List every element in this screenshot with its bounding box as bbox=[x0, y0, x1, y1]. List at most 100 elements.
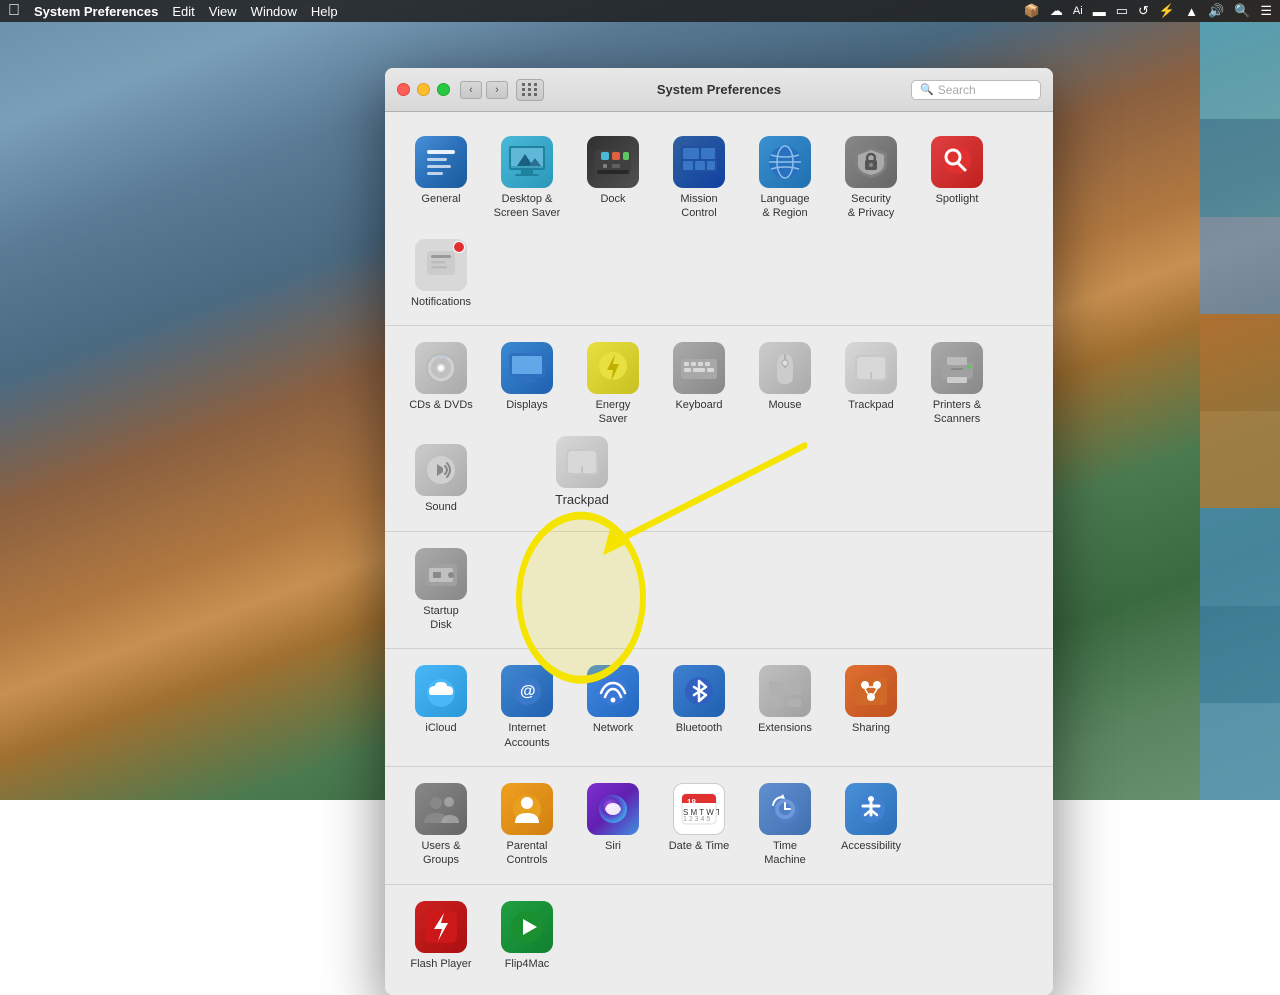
pref-item-startup-disk[interactable]: StartupDisk bbox=[401, 542, 481, 639]
sharing-label: Sharing bbox=[852, 721, 890, 735]
pref-item-timemachine[interactable]: TimeMachine bbox=[745, 777, 825, 874]
displays-icon bbox=[501, 342, 553, 394]
pref-item-flash[interactable]: Flash Player bbox=[401, 895, 481, 977]
printers-icon bbox=[931, 342, 983, 394]
section-startup: StartupDisk bbox=[385, 532, 1053, 650]
cds-icon bbox=[415, 342, 467, 394]
pref-item-notifications[interactable]: Notifications bbox=[401, 233, 481, 315]
search-box[interactable]: 🔍 Search bbox=[911, 80, 1041, 100]
maximize-button[interactable] bbox=[437, 83, 450, 96]
pref-item-internet-accounts[interactable]: @ InternetAccounts bbox=[487, 659, 567, 756]
pref-item-icloud[interactable]: iCloud bbox=[401, 659, 481, 756]
pref-item-sound[interactable]: Sound bbox=[401, 438, 481, 520]
svg-text:1 2 3 4 5: 1 2 3 4 5 bbox=[683, 816, 710, 823]
search-menu-icon[interactable]: 🔍 bbox=[1234, 3, 1250, 19]
minimize-button[interactable] bbox=[417, 83, 430, 96]
menubar-left:  System Preferences Edit View Window He… bbox=[8, 2, 338, 20]
pref-item-siri[interactable]: Siri bbox=[573, 777, 653, 874]
energy-icon bbox=[587, 342, 639, 394]
pref-item-cds[interactable]: CDs & DVDs bbox=[401, 336, 481, 433]
flash-icon bbox=[415, 901, 467, 953]
pref-item-mouse[interactable]: Mouse bbox=[745, 336, 825, 433]
spotlight-icon bbox=[931, 136, 983, 188]
menubar-app-name[interactable]: System Preferences bbox=[34, 4, 158, 19]
pref-item-network[interactable]: Network bbox=[573, 659, 653, 756]
siri-icon bbox=[587, 783, 639, 835]
adobe-icon[interactable]: Ai bbox=[1073, 5, 1083, 17]
menubar-help[interactable]: Help bbox=[311, 4, 338, 19]
volume-icon[interactable]: 🔊 bbox=[1208, 3, 1224, 19]
dropbox-icon[interactable]: 📦 bbox=[1024, 3, 1040, 19]
sharing-icon bbox=[845, 665, 897, 717]
pref-item-displays[interactable]: Displays bbox=[487, 336, 567, 433]
cast-icon[interactable]: ▭ bbox=[1116, 3, 1128, 19]
menubar-window[interactable]: Window bbox=[251, 4, 297, 19]
pref-item-mission[interactable]: MissionControl bbox=[659, 130, 739, 227]
pref-item-spotlight[interactable]: Spotlight bbox=[917, 130, 997, 227]
extensions-label: Extensions bbox=[758, 721, 812, 735]
pref-item-sharing[interactable]: Sharing bbox=[831, 659, 911, 756]
forward-button[interactable]: › bbox=[486, 81, 508, 99]
close-button[interactable] bbox=[397, 83, 410, 96]
window-title: System Preferences bbox=[657, 82, 781, 97]
datetime-icon: 18 S M T W T 1 2 3 4 5 bbox=[673, 783, 725, 835]
pref-item-security[interactable]: Security& Privacy bbox=[831, 130, 911, 227]
bluetooth-label: Bluetooth bbox=[676, 721, 722, 735]
cloud-icon[interactable]: ☁ bbox=[1050, 3, 1063, 19]
network-icon bbox=[587, 665, 639, 717]
startup-disk-label: StartupDisk bbox=[423, 604, 458, 633]
pref-item-dock[interactable]: Dock bbox=[573, 130, 653, 227]
trackpad-icon bbox=[845, 342, 897, 394]
wifi-icon[interactable]: ▲ bbox=[1185, 4, 1198, 19]
sound-icon bbox=[415, 444, 467, 496]
pref-item-bluetooth[interactable]: Bluetooth bbox=[659, 659, 739, 756]
grid-view-button[interactable] bbox=[516, 79, 544, 101]
flash-label: Flash Player bbox=[410, 957, 471, 971]
pref-item-datetime[interactable]: 18 S M T W T 1 2 3 4 5 Date & Time bbox=[659, 777, 739, 874]
svg-text:@: @ bbox=[520, 683, 536, 700]
section-system: Users &Groups ParentalControls bbox=[385, 767, 1053, 885]
general-label: General bbox=[421, 192, 460, 206]
pref-item-parental[interactable]: ParentalControls bbox=[487, 777, 567, 874]
section-personal: General Desktop &Screen Sav bbox=[385, 120, 1053, 326]
accessibility-label: Accessibility bbox=[841, 839, 901, 853]
extensions-icon bbox=[759, 665, 811, 717]
pref-item-accessibility[interactable]: Accessibility bbox=[831, 777, 911, 874]
pref-item-trackpad[interactable]: Trackpad bbox=[831, 336, 911, 433]
pref-item-extensions[interactable]: Extensions bbox=[745, 659, 825, 756]
menubar-edit[interactable]: Edit bbox=[172, 4, 194, 19]
parental-icon bbox=[501, 783, 553, 835]
datetime-label: Date & Time bbox=[669, 839, 730, 853]
pref-item-printers[interactable]: Printers &Scanners bbox=[917, 336, 997, 433]
notifications-icon bbox=[415, 239, 467, 291]
pref-item-users[interactable]: Users &Groups bbox=[401, 777, 481, 874]
back-button[interactable]: ‹ bbox=[460, 81, 482, 99]
dock-icon bbox=[587, 136, 639, 188]
pref-item-desktop[interactable]: Desktop &Screen Saver bbox=[487, 130, 567, 227]
section-internet: iCloud @ InternetAccounts bbox=[385, 649, 1053, 767]
users-label: Users &Groups bbox=[421, 839, 460, 868]
security-label: Security& Privacy bbox=[848, 192, 894, 221]
users-icon bbox=[415, 783, 467, 835]
timemachine-menu-icon[interactable]: ↺ bbox=[1138, 3, 1149, 19]
security-icon bbox=[845, 136, 897, 188]
pref-item-general[interactable]: General bbox=[401, 130, 481, 227]
battery-icon[interactable]: ▬ bbox=[1093, 4, 1106, 19]
grid-dots-icon bbox=[522, 83, 538, 96]
bluetooth-menu-icon[interactable]: ⚡ bbox=[1159, 3, 1175, 19]
traffic-lights bbox=[397, 83, 450, 96]
pref-item-keyboard[interactable]: Keyboard bbox=[659, 336, 739, 433]
menubar-view[interactable]: View bbox=[209, 4, 237, 19]
timemachine-icon bbox=[759, 783, 811, 835]
list-menu-icon[interactable]: ☰ bbox=[1260, 3, 1272, 19]
apple-menu[interactable]:  bbox=[8, 2, 20, 20]
svg-text:18: 18 bbox=[687, 798, 696, 807]
menubar:  System Preferences Edit View Window He… bbox=[0, 0, 1280, 22]
mouse-icon bbox=[759, 342, 811, 394]
pref-item-language[interactable]: Language& Region bbox=[745, 130, 825, 227]
system-preferences-window: ‹ › System Preferences 🔍 Search bbox=[385, 68, 1053, 995]
language-icon bbox=[759, 136, 811, 188]
pref-item-energy[interactable]: EnergySaver bbox=[573, 336, 653, 433]
pref-item-flip4mac[interactable]: Flip4Mac bbox=[487, 895, 567, 977]
icloud-icon bbox=[415, 665, 467, 717]
